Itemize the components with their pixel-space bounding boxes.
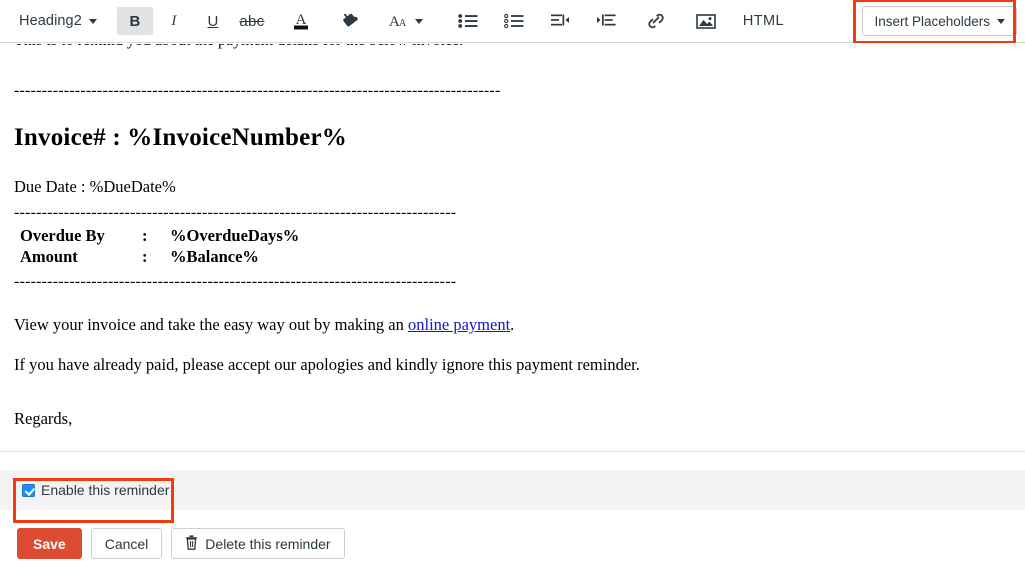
outdent-button[interactable]	[542, 7, 578, 35]
insert-placeholders-button[interactable]: Insert Placeholders	[862, 6, 1017, 36]
style-dropdown[interactable]: Heading2	[12, 7, 104, 35]
view-invoice-line: View your invoice and take the easy way …	[14, 315, 1011, 335]
font-size-dropdown[interactable]: A A	[383, 7, 428, 35]
underline-button[interactable]: U	[195, 7, 231, 35]
cancel-button[interactable]: Cancel	[91, 528, 163, 559]
chevron-down-icon	[89, 19, 97, 24]
due-date-line: Due Date : %DueDate%	[14, 177, 1011, 197]
style-dropdown-label: Heading2	[19, 13, 82, 29]
html-label: HTML	[743, 13, 784, 29]
detail-key: Overdue By	[14, 226, 142, 247]
outdent-icon	[550, 13, 570, 29]
invoice-number-heading: Invoice# : %InvoiceNumber%	[14, 124, 1011, 152]
detail-value: %OverdueDays%	[170, 226, 299, 247]
regards-line: Regards,	[14, 409, 1011, 429]
divider-rule-mid: ----------------------------------------…	[14, 204, 1011, 222]
divider-rule-top: ----------------------------------------…	[14, 82, 1011, 100]
highlight-button[interactable]	[333, 7, 369, 35]
enable-reminder-checkbox[interactable]	[22, 484, 35, 497]
strikethrough-icon: abc	[239, 13, 264, 30]
image-icon	[696, 13, 716, 30]
svg-text:A: A	[399, 18, 407, 29]
editor-toolbar: Heading2 B I U abc A A A	[0, 0, 1025, 43]
font-color-icon: A	[291, 10, 311, 32]
insert-placeholders-wrapper: Insert Placeholders	[862, 6, 1017, 36]
bold-icon: B	[129, 13, 140, 30]
chevron-down-icon	[997, 19, 1005, 24]
email-body-editor[interactable]: This is to remind you about the payment …	[0, 43, 1025, 451]
bold-button[interactable]: B	[117, 7, 153, 35]
apology-line: If you have already paid, please accept …	[14, 355, 1011, 375]
indent-button[interactable]	[588, 7, 624, 35]
intro-line-text: This is to remind you about the payment …	[14, 44, 463, 46]
paint-bucket-icon	[340, 10, 362, 32]
font-color-button[interactable]: A	[283, 7, 319, 35]
table-row: Amount : %Balance%	[14, 247, 299, 268]
section-divider	[0, 451, 1025, 470]
form-actions: Save Cancel Delete this reminder	[0, 510, 1025, 577]
trash-icon	[185, 535, 198, 553]
unordered-list-button[interactable]	[450, 7, 486, 35]
ordered-list-icon	[504, 13, 524, 29]
ordered-list-button[interactable]	[496, 7, 532, 35]
image-button[interactable]	[688, 7, 724, 35]
save-button[interactable]: Save	[17, 528, 82, 559]
divider-rule-bottom: ----------------------------------------…	[14, 273, 1011, 291]
cancel-button-label: Cancel	[105, 536, 149, 552]
link-icon	[646, 12, 666, 30]
italic-button[interactable]: I	[156, 7, 192, 35]
save-button-label: Save	[33, 536, 66, 552]
delete-reminder-label: Delete this reminder	[205, 536, 330, 552]
view-invoice-prefix: View your invoice and take the easy way …	[14, 315, 408, 334]
html-button[interactable]: HTML	[738, 7, 789, 35]
underline-icon: U	[207, 13, 218, 30]
detail-value: %Balance%	[170, 247, 299, 268]
intro-line-clipped: This is to remind you about the payment …	[14, 44, 1011, 55]
italic-icon: I	[171, 13, 176, 30]
view-invoice-suffix: .	[510, 315, 514, 334]
online-payment-link[interactable]: online payment	[408, 315, 510, 334]
strikethrough-button[interactable]: abc	[234, 7, 270, 35]
detail-colon: :	[142, 226, 170, 247]
chevron-down-icon	[415, 19, 423, 24]
unordered-list-icon	[458, 13, 478, 29]
enable-reminder-bar: Enable this reminder	[0, 470, 1025, 510]
delete-reminder-button[interactable]: Delete this reminder	[171, 528, 344, 559]
detail-colon: :	[142, 247, 170, 268]
enable-reminder-label: Enable this reminder	[41, 482, 169, 498]
font-size-icon: A A	[388, 11, 410, 31]
link-button[interactable]	[638, 7, 674, 35]
indent-icon	[596, 13, 616, 29]
invoice-details-table: Overdue By : %OverdueDays% Amount : %Bal…	[14, 226, 299, 268]
detail-key: Amount	[14, 247, 142, 268]
insert-placeholders-label: Insert Placeholders	[874, 14, 990, 29]
table-row: Overdue By : %OverdueDays%	[14, 226, 299, 247]
